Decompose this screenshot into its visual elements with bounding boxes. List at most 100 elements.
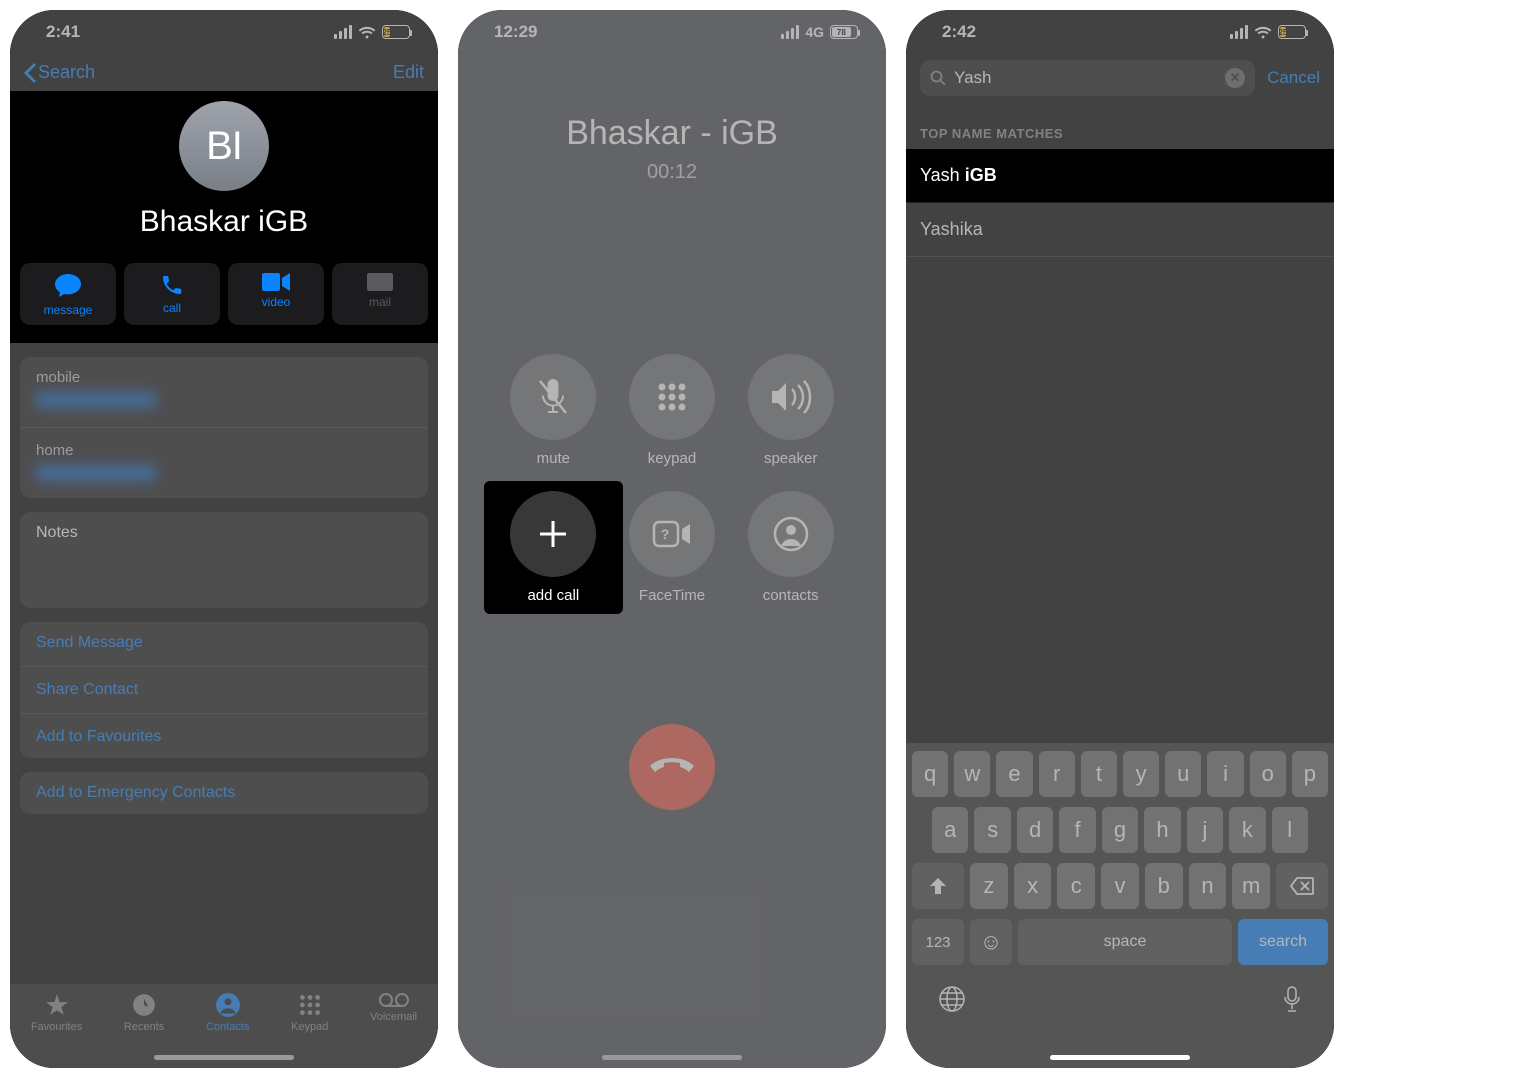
signal-icon xyxy=(781,25,799,39)
message-icon xyxy=(54,273,82,299)
key-n[interactable]: n xyxy=(1189,863,1227,909)
back-label: Search xyxy=(38,62,95,83)
key-e[interactable]: e xyxy=(996,751,1032,797)
cancel-button[interactable]: Cancel xyxy=(1267,68,1320,88)
status-bar: 2:42 25 xyxy=(906,10,1334,54)
key-o[interactable]: o xyxy=(1250,751,1286,797)
end-call-button[interactable] xyxy=(629,724,715,810)
dictation-key[interactable] xyxy=(1282,985,1302,1018)
search-field[interactable]: ✕ xyxy=(920,60,1255,96)
key-c[interactable]: c xyxy=(1057,863,1095,909)
numbers-key[interactable]: 123 xyxy=(912,919,964,965)
battery-icon: 25 xyxy=(1278,25,1306,39)
add-favourites-link[interactable]: Add to Favourites xyxy=(36,728,412,746)
add-call-button[interactable]: add call xyxy=(506,491,601,604)
key-j[interactable]: j xyxy=(1187,807,1223,853)
status-bar: 12:29 4G 78 xyxy=(458,10,886,54)
carrier-label: 4G xyxy=(805,24,824,40)
search-key[interactable]: search xyxy=(1238,919,1328,965)
speaker-icon xyxy=(770,380,812,414)
video-icon xyxy=(262,273,290,291)
key-a[interactable]: a xyxy=(932,807,968,853)
key-v[interactable]: v xyxy=(1101,863,1139,909)
mail-icon xyxy=(367,273,393,291)
send-message-link[interactable]: Send Message xyxy=(36,634,412,652)
tab-contacts[interactable]: Contacts xyxy=(206,992,249,1033)
search-input[interactable] xyxy=(954,68,1217,88)
facetime-icon: ? xyxy=(652,520,692,548)
tab-recents[interactable]: Recents xyxy=(124,992,164,1033)
key-i[interactable]: i xyxy=(1207,751,1243,797)
edit-button[interactable]: Edit xyxy=(393,62,424,83)
key-y[interactable]: y xyxy=(1123,751,1159,797)
call-button[interactable]: call xyxy=(124,263,220,325)
phone-contacts-detail: 2:41 25 Search Edit BI Bhaskar iGB messa… xyxy=(10,10,438,1068)
key-u[interactable]: u xyxy=(1165,751,1201,797)
tab-favourites[interactable]: Favourites xyxy=(31,992,82,1033)
key-b[interactable]: b xyxy=(1145,863,1183,909)
key-m[interactable]: m xyxy=(1232,863,1270,909)
status-time: 12:29 xyxy=(494,22,537,42)
key-k[interactable]: k xyxy=(1229,807,1265,853)
signal-icon xyxy=(1230,25,1248,39)
key-g[interactable]: g xyxy=(1102,807,1138,853)
space-key[interactable]: space xyxy=(1018,919,1232,965)
key-r[interactable]: r xyxy=(1039,751,1075,797)
keyboard: qwertyuiop asdfghjkl zxcvbnm 123 ☺ space… xyxy=(906,743,1334,1068)
emoji-key[interactable]: ☺ xyxy=(970,919,1012,965)
home-indicator[interactable] xyxy=(1050,1055,1190,1060)
key-t[interactable]: t xyxy=(1081,751,1117,797)
phone-contact-search: 2:42 25 ✕ Cancel TOP NAME MATCHES Yash i… xyxy=(906,10,1334,1068)
hangup-icon xyxy=(650,758,694,776)
keypad-icon xyxy=(654,379,690,415)
key-l[interactable]: l xyxy=(1272,807,1308,853)
video-button[interactable]: video xyxy=(228,263,324,325)
tab-keypad[interactable]: Keypad xyxy=(291,992,328,1033)
battery-icon: 78 xyxy=(830,25,858,39)
keypad-button[interactable]: keypad xyxy=(625,354,720,467)
home-value-redacted xyxy=(36,465,156,481)
key-h[interactable]: h xyxy=(1144,807,1180,853)
key-f[interactable]: f xyxy=(1059,807,1095,853)
home-indicator[interactable] xyxy=(154,1055,294,1060)
mute-button[interactable]: mute xyxy=(506,354,601,467)
contact-actions-section: Send Message Share Contact Add to Favour… xyxy=(20,622,428,758)
key-p[interactable]: p xyxy=(1292,751,1328,797)
message-button[interactable]: message xyxy=(20,263,116,325)
mail-button: mail xyxy=(332,263,428,325)
svg-text:?: ? xyxy=(661,526,670,542)
key-z[interactable]: z xyxy=(970,863,1008,909)
message-label: message xyxy=(44,303,93,317)
contact-header: BI Bhaskar iGB message call video mail xyxy=(10,91,438,343)
key-q[interactable]: q xyxy=(912,751,948,797)
emergency-section: Add to Emergency Contacts xyxy=(20,772,428,814)
notes-section[interactable]: Notes xyxy=(20,512,428,608)
search-result[interactable]: Yash iGB xyxy=(906,149,1334,203)
globe-key[interactable] xyxy=(938,985,966,1018)
clear-search-button[interactable]: ✕ xyxy=(1225,68,1245,88)
search-result[interactable]: Yashika xyxy=(906,203,1334,257)
shift-key[interactable] xyxy=(912,863,964,909)
contacts-button[interactable]: contacts xyxy=(743,491,838,604)
facetime-label: FaceTime xyxy=(639,587,705,604)
contacts-label: contacts xyxy=(763,587,819,604)
backspace-key[interactable] xyxy=(1276,863,1328,909)
plus-icon xyxy=(536,517,570,551)
notes-label: Notes xyxy=(36,524,78,541)
add-call-highlight: add call xyxy=(484,481,623,614)
speaker-button[interactable]: speaker xyxy=(743,354,838,467)
key-d[interactable]: d xyxy=(1017,807,1053,853)
status-time: 2:42 xyxy=(942,22,976,42)
share-contact-link[interactable]: Share Contact xyxy=(36,681,412,699)
home-indicator[interactable] xyxy=(602,1055,742,1060)
facetime-button[interactable]: ? FaceTime xyxy=(625,491,720,604)
phone-numbers-section[interactable]: mobile home xyxy=(20,357,428,498)
key-w[interactable]: w xyxy=(954,751,990,797)
key-x[interactable]: x xyxy=(1014,863,1052,909)
tab-voicemail[interactable]: Voicemail xyxy=(370,992,417,1023)
mail-label: mail xyxy=(369,295,391,309)
add-emergency-link[interactable]: Add to Emergency Contacts xyxy=(36,784,412,802)
key-s[interactable]: s xyxy=(974,807,1010,853)
search-icon xyxy=(930,70,946,86)
back-button[interactable]: Search xyxy=(24,62,95,83)
